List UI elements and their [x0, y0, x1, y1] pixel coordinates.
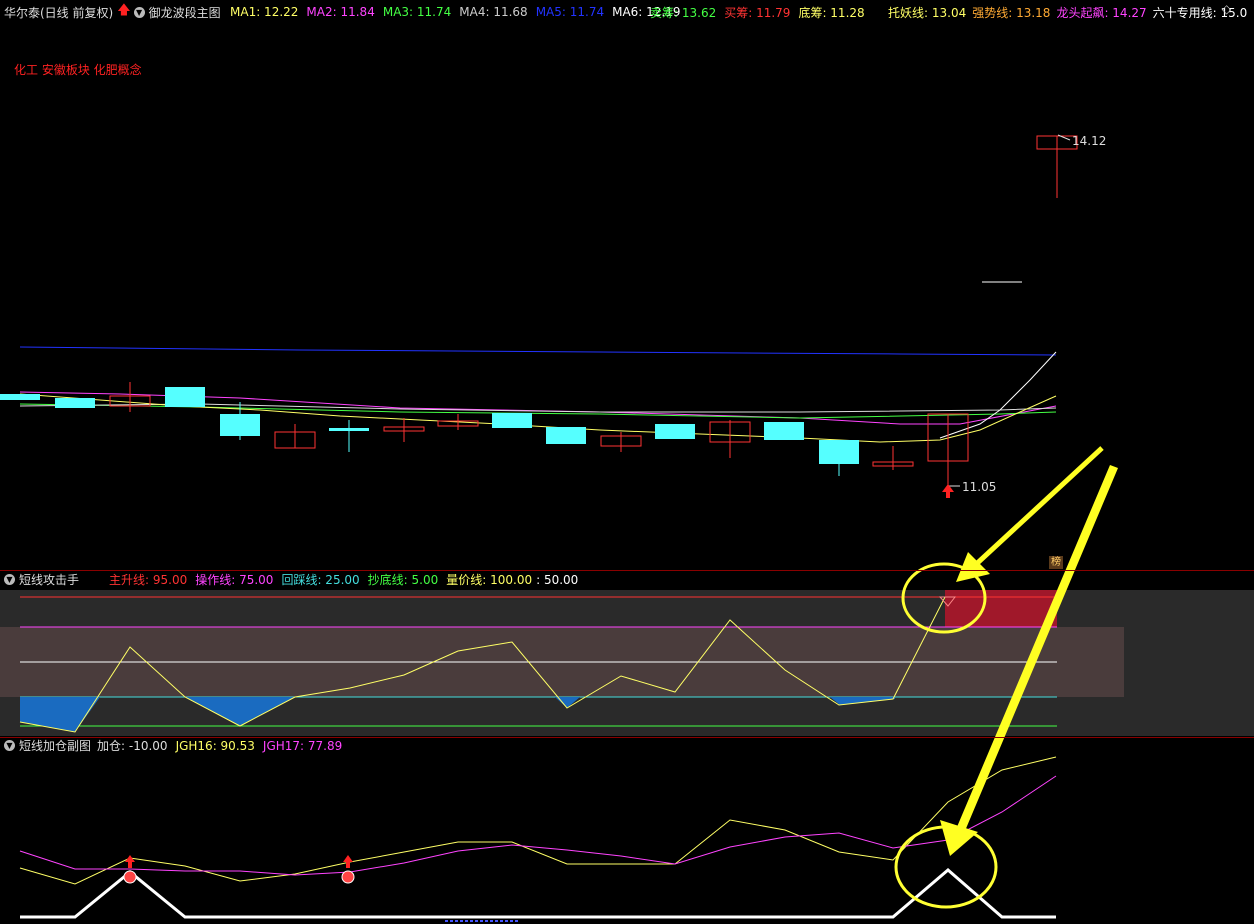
high-price-label: 14.12 [1072, 134, 1107, 148]
add-position-line [20, 868, 1056, 919]
candle [546, 427, 586, 444]
panel1-red-zone [945, 590, 1057, 627]
ranking-badge[interactable]: 榜 [1049, 556, 1063, 569]
bottom-value: 抄底线: 5.00 [367, 573, 439, 587]
red-arrow-icon [343, 855, 353, 868]
candle [0, 394, 40, 400]
chevron-down-icon[interactable]: ▼ [4, 740, 15, 751]
jgh16-value: JGH16: 90.53 [175, 738, 255, 753]
add-signal-icon [123, 870, 137, 884]
candle [220, 414, 260, 436]
candle [655, 424, 695, 439]
panel-separator [0, 570, 1254, 571]
jgh17-value: JGH17: 77.89 [262, 738, 343, 753]
main-rise-value: 主升线: 95.00 [109, 573, 188, 587]
candle [329, 428, 369, 431]
panel2-name[interactable]: 短线加仓副图 [19, 737, 91, 754]
jgh16-line [19, 756, 1057, 885]
candle [165, 387, 205, 407]
candle [55, 398, 95, 408]
panel1-name[interactable]: 短线攻击手 [19, 571, 79, 588]
ma6-line [939, 351, 1057, 439]
operate-value: 操作线: 75.00 [195, 573, 274, 587]
chart-canvas [0, 134, 1254, 922]
red-arrow-icon [125, 855, 135, 868]
add-position-value: 加仓: -10.00 [97, 739, 168, 753]
candle [764, 422, 804, 440]
midline-value: : 50.00 [536, 572, 579, 587]
low-price-label: 11.05 [962, 480, 997, 494]
ma5-line [19, 346, 1057, 356]
candle [492, 413, 532, 428]
panel1-header: ▼ 短线攻击手 主升线: 95.00 操作线: 75.00 回踩线: 25.00… [4, 572, 578, 587]
add-signal-icon [341, 870, 355, 884]
volume-price-value: 量价线: 100.00 [446, 573, 533, 587]
pullback-value: 回踩线: 25.00 [281, 573, 360, 587]
panel2-header: ▼ 短线加仓副图 加仓: -10.00 JGH16: 90.53 JGH17: … [4, 738, 350, 753]
chevron-down-icon[interactable]: ▼ [4, 574, 15, 585]
candle [819, 440, 859, 464]
jgh17-line [19, 775, 1057, 876]
